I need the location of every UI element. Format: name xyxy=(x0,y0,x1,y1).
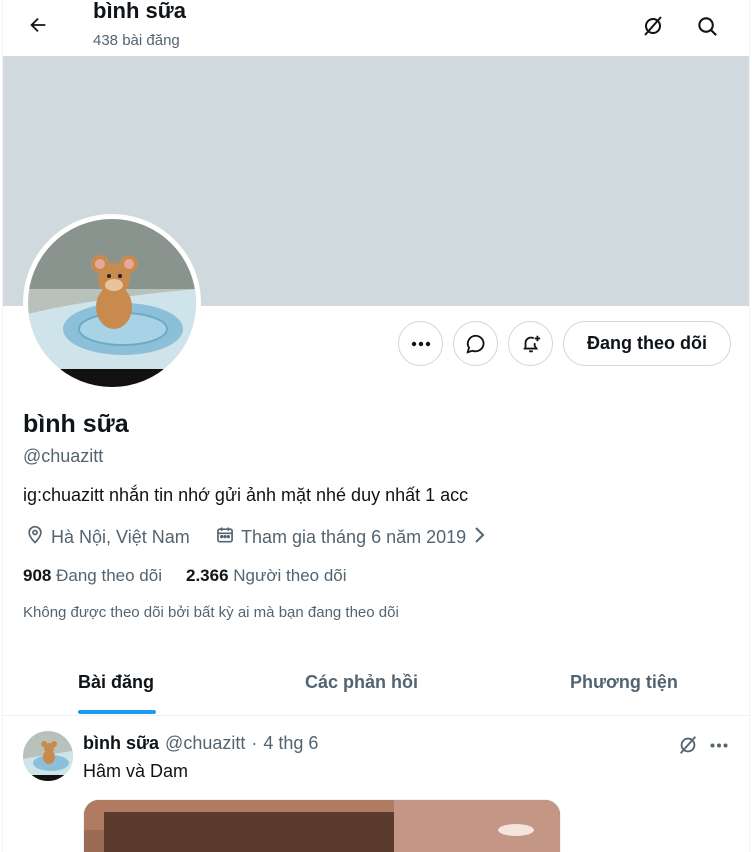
location-pin-icon xyxy=(25,525,45,550)
tab-replies[interactable]: Các phản hồi xyxy=(305,648,418,716)
header-title: bình sữa xyxy=(93,0,186,23)
grok-icon[interactable] xyxy=(635,8,671,44)
location: Hà Nội, Việt Nam xyxy=(25,525,190,550)
follow-counts: 908 Đang theo dõi 2.366 Người theo dõi xyxy=(23,566,347,586)
join-date-text: Tham gia tháng 6 năm 2019 xyxy=(241,527,467,547)
tweet-media-image[interactable] xyxy=(83,799,561,852)
arrow-left-icon[interactable] xyxy=(21,8,55,42)
followers-count: 2.366 xyxy=(185,566,229,585)
location-text: Hà Nội, Việt Nam xyxy=(51,527,190,547)
followers-label: Người theo dõi xyxy=(233,566,347,585)
following-label: Đang theo dõi xyxy=(56,566,162,585)
grok-icon[interactable] xyxy=(675,733,701,757)
message-button[interactable] xyxy=(453,321,498,366)
calendar-icon xyxy=(215,525,235,550)
profile-tabs: Bài đăng Các phản hồi Phương tiện xyxy=(3,648,749,716)
message-icon xyxy=(465,334,484,354)
profile-bio: ig:chuazitt nhắn tin nhớ gửi ảnh mặt nhé… xyxy=(23,485,469,505)
tweet-separator: · xyxy=(251,733,258,753)
tweet-header: bình sữa @chuazitt · 4 thg 6 xyxy=(83,733,318,754)
more-button[interactable] xyxy=(398,321,443,366)
following-count: 908 xyxy=(23,566,52,585)
tweet-date[interactable]: 4 thg 6 xyxy=(263,733,318,754)
followers-link[interactable]: 2.366 Người theo dõi xyxy=(186,566,347,586)
chevron-right-icon xyxy=(472,526,486,549)
notify-button[interactable] xyxy=(508,321,553,366)
search-icon[interactable] xyxy=(689,8,725,44)
tweet-text: Hâm và Dam xyxy=(83,761,189,781)
more-icon xyxy=(411,341,430,346)
followed-by-note: Không được theo dõi bởi bất kỳ ai mà bạn… xyxy=(23,604,399,621)
tab-posts[interactable]: Bài đăng xyxy=(78,648,154,716)
join-date[interactable]: Tham gia tháng 6 năm 2019 xyxy=(215,525,486,550)
tweet-more-icon[interactable] xyxy=(706,733,732,757)
bell-plus-icon xyxy=(523,335,540,352)
active-tab-indicator xyxy=(78,710,156,714)
jerry-mouse-avatar-image xyxy=(28,219,196,387)
profile-page: bình sữa 438 bài đăng Đang theo dõi bình… xyxy=(2,0,750,852)
tweet-author-name[interactable]: bình sữa xyxy=(83,733,159,754)
following-button[interactable]: Đang theo dõi xyxy=(563,321,731,366)
posts-count: 438 bài đăng xyxy=(93,32,180,49)
profile-name: bình sữa xyxy=(23,410,129,438)
top-bar: bình sữa 438 bài đăng xyxy=(3,0,749,56)
profile-handle: @chuazitt xyxy=(23,446,104,466)
tab-media[interactable]: Phương tiện xyxy=(570,648,678,716)
tweet-author-handle[interactable]: @chuazitt xyxy=(165,733,245,754)
following-link[interactable]: 908 Đang theo dõi xyxy=(23,566,162,586)
profile-avatar[interactable] xyxy=(23,214,201,392)
tweet-avatar[interactable] xyxy=(23,731,73,781)
